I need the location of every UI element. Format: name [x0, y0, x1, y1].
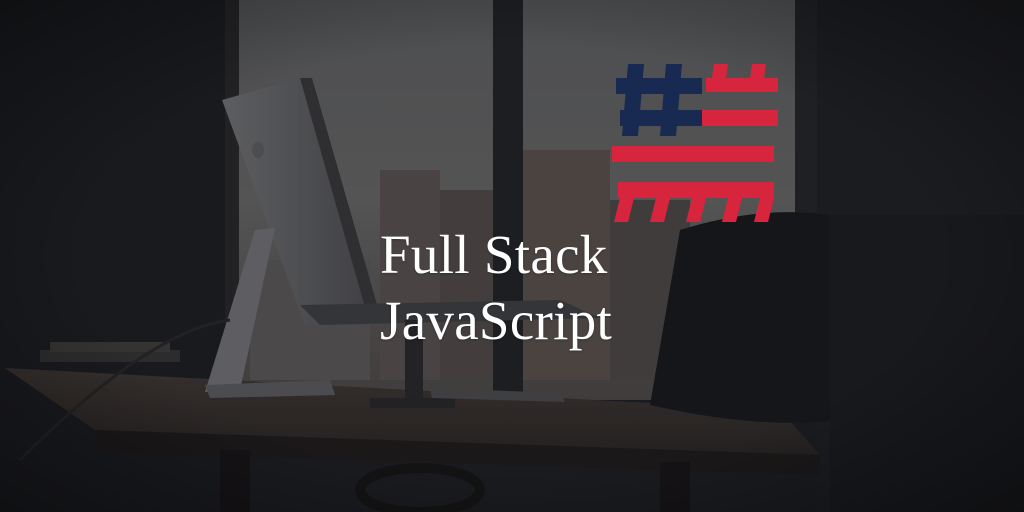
hashtag-flag-logo	[612, 64, 778, 222]
hero-banner: Full Stack JavaScript	[0, 0, 1024, 512]
title-line-2: JavaScript	[380, 290, 613, 351]
page-title: Full Stack JavaScript	[380, 222, 680, 354]
title-line-1: Full Stack	[380, 224, 608, 285]
